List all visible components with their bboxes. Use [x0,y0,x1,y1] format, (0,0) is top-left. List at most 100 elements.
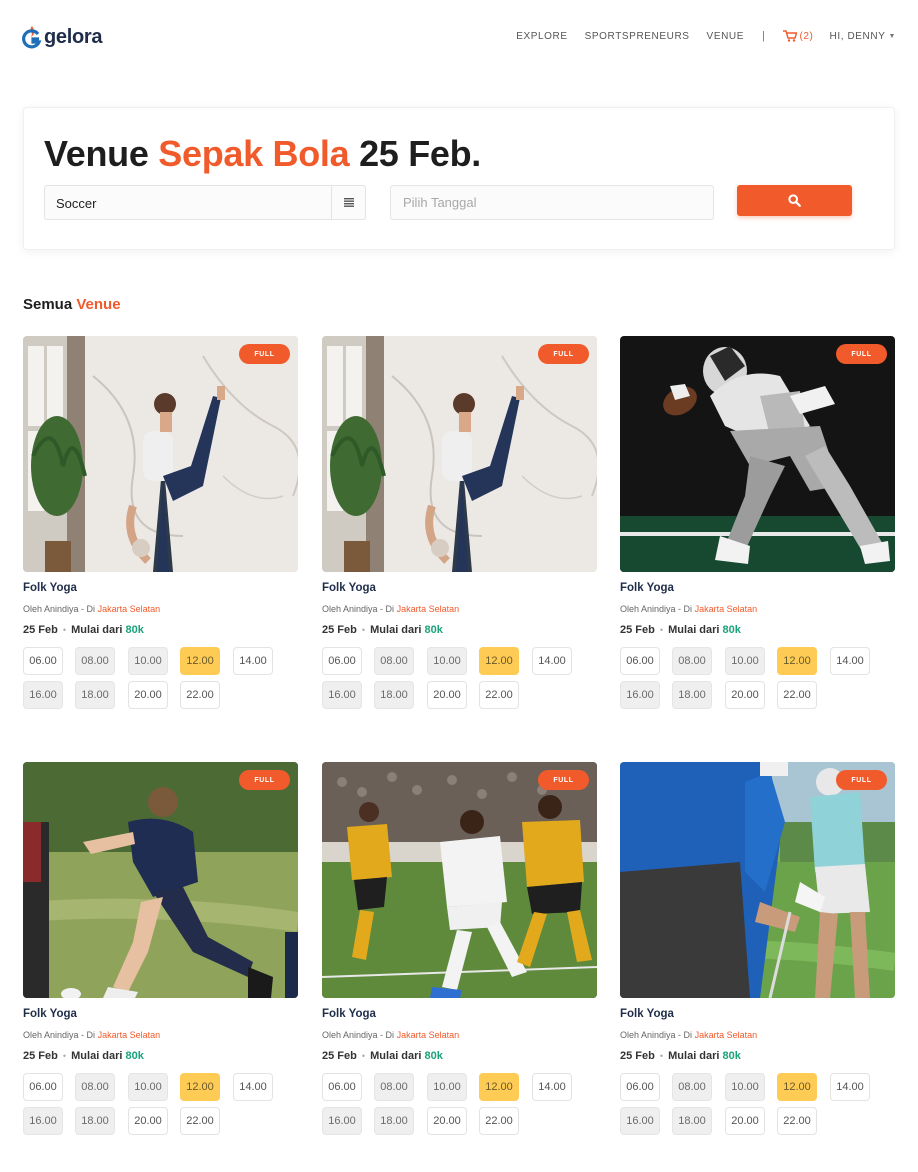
venue-title[interactable]: Folk Yoga [322,582,376,594]
time-slot-button[interactable]: 08.00 [75,1073,115,1101]
gelora-logo-icon [22,26,42,49]
time-slot-button[interactable]: 10.00 [427,1073,467,1101]
time-slot-button[interactable]: 06.00 [322,647,362,675]
venue-title[interactable]: Folk Yoga [23,582,77,594]
time-slot-button[interactable]: 22.00 [479,681,519,709]
time-slot-button[interactable]: 16.00 [23,1107,63,1135]
time-slot-button[interactable]: 14.00 [532,647,572,675]
time-slot-button[interactable]: 16.00 [322,681,362,709]
venue-card[interactable]: FULL Folk Yoga Oleh Anindiya - Di Jakart… [322,762,597,1142]
time-slot-button[interactable]: 20.00 [427,681,467,709]
time-slot-button[interactable]: 08.00 [672,1073,712,1101]
time-slot-button[interactable]: 16.00 [322,1107,362,1135]
venue-organizer: Oleh Anindiya - Di [620,1030,693,1040]
time-slot-button[interactable]: 22.00 [180,1107,220,1135]
time-slot-button[interactable]: 12.00 [479,647,519,675]
venue-organizer: Oleh Anindiya - Di [23,604,96,614]
venue-card[interactable]: FULL Folk Yoga Oleh Anindiya - Di Jakart… [322,336,597,716]
price-label: Mulai dari [370,624,422,636]
time-slot-button[interactable]: 18.00 [672,1107,712,1135]
time-slot-button[interactable]: 08.00 [374,1073,414,1101]
venue-image[interactable]: FULL [322,762,597,998]
time-slot-button[interactable]: 22.00 [479,1107,519,1135]
time-slot-button[interactable]: 20.00 [725,1107,765,1135]
time-slot-button[interactable]: 10.00 [427,647,467,675]
time-slot-button[interactable]: 14.00 [532,1073,572,1101]
separator-dot: • [361,625,366,635]
sport-select-toggle[interactable] [331,186,365,219]
sport-select[interactable]: Soccer [44,185,366,220]
time-slot-button[interactable]: 18.00 [75,681,115,709]
time-slot-button[interactable]: 10.00 [128,647,168,675]
nav-venue-link[interactable]: VENUE [707,31,744,42]
venue-location-link[interactable]: Jakarta Selatan [695,1030,758,1040]
time-slot-button[interactable]: 20.00 [128,681,168,709]
venue-location-link[interactable]: Jakarta Selatan [397,604,460,614]
cart-button[interactable]: (2) [783,30,813,42]
venue-title[interactable]: Folk Yoga [620,582,674,594]
time-slot-button[interactable]: 14.00 [830,647,870,675]
time-slot-button[interactable]: 12.00 [777,1073,817,1101]
time-slot-button[interactable]: 06.00 [620,1073,660,1101]
venue-location-link[interactable]: Jakarta Selatan [695,604,758,614]
user-menu[interactable]: HI, DENNY ▼ [830,31,897,42]
time-slot-button[interactable]: 06.00 [23,647,63,675]
venue-title[interactable]: Folk Yoga [620,1008,674,1020]
time-slot-button[interactable]: 22.00 [777,681,817,709]
time-slot-button[interactable]: 12.00 [180,1073,220,1101]
venue-location-link[interactable]: Jakarta Selatan [98,1030,161,1040]
time-slot-button[interactable]: 12.00 [180,647,220,675]
time-slot-button[interactable]: 22.00 [777,1107,817,1135]
time-slot-button[interactable]: 18.00 [374,1107,414,1135]
venue-image[interactable]: FULL [23,762,298,998]
nav-sportspreneurs-link[interactable]: SPORTSPRENEURS [585,31,690,42]
search-button[interactable] [737,185,852,216]
venue-date: 25 Feb [322,1050,357,1062]
time-slot-button[interactable]: 14.00 [233,647,273,675]
time-slot-button[interactable]: 22.00 [180,681,220,709]
venue-image[interactable]: FULL [322,336,597,572]
venue-location-link[interactable]: Jakarta Selatan [98,604,161,614]
price-label: Mulai dari [668,1050,720,1062]
venue-location-link[interactable]: Jakarta Selatan [397,1030,460,1040]
time-slot-button[interactable]: 08.00 [374,647,414,675]
time-slot-button[interactable]: 06.00 [620,647,660,675]
time-slot-button[interactable]: 20.00 [128,1107,168,1135]
venue-card[interactable]: FULL Folk Yoga Oleh Anindiya - Di Jakart… [23,336,298,716]
time-slot-button[interactable]: 08.00 [75,647,115,675]
time-slot-button[interactable]: 18.00 [75,1107,115,1135]
venue-image[interactable]: FULL [23,336,298,572]
status-badge: FULL [538,344,589,364]
venue-photo [322,336,597,572]
venue-photo [322,762,597,998]
time-slot-button[interactable]: 10.00 [128,1073,168,1101]
time-slot-button[interactable]: 10.00 [725,1073,765,1101]
time-slot-button[interactable]: 12.00 [479,1073,519,1101]
venue-image[interactable]: FULL [620,762,895,998]
time-slot-button[interactable]: 14.00 [233,1073,273,1101]
date-picker-input[interactable] [390,185,714,220]
time-slot-button[interactable]: 20.00 [725,681,765,709]
venue-card[interactable]: FULL Folk Yoga Oleh Anindiya - Di Jakart… [620,762,895,1142]
venue-title[interactable]: Folk Yoga [322,1008,376,1020]
venue-card[interactable]: FULL Folk Yoga Oleh Anindiya - Di Jakart… [23,762,298,1142]
venue-meta: Oleh Anindiya - Di Jakarta Selatan [322,1030,459,1040]
time-slot-button[interactable]: 14.00 [830,1073,870,1101]
time-slot-button[interactable]: 18.00 [672,681,712,709]
time-slot-button[interactable]: 12.00 [777,647,817,675]
time-slot-button[interactable]: 20.00 [427,1107,467,1135]
time-slot-button[interactable]: 06.00 [322,1073,362,1101]
logo[interactable]: gelora [22,25,103,49]
venue-title[interactable]: Folk Yoga [23,1008,77,1020]
time-slot-button[interactable]: 18.00 [374,681,414,709]
time-slot-button[interactable]: 06.00 [23,1073,63,1101]
venue-image[interactable]: FULL [620,336,895,572]
time-slot-button[interactable]: 10.00 [725,647,765,675]
time-slot-button[interactable]: 16.00 [620,681,660,709]
venue-card[interactable]: FULL Folk Yoga Oleh Anindiya - Di Jakart… [620,336,895,716]
nav-explore-link[interactable]: EXPLORE [516,31,567,42]
time-slot-button[interactable]: 08.00 [672,647,712,675]
time-slot-button[interactable]: 16.00 [620,1107,660,1135]
time-slot-button[interactable]: 16.00 [23,681,63,709]
venue-price: 80k [125,624,144,636]
